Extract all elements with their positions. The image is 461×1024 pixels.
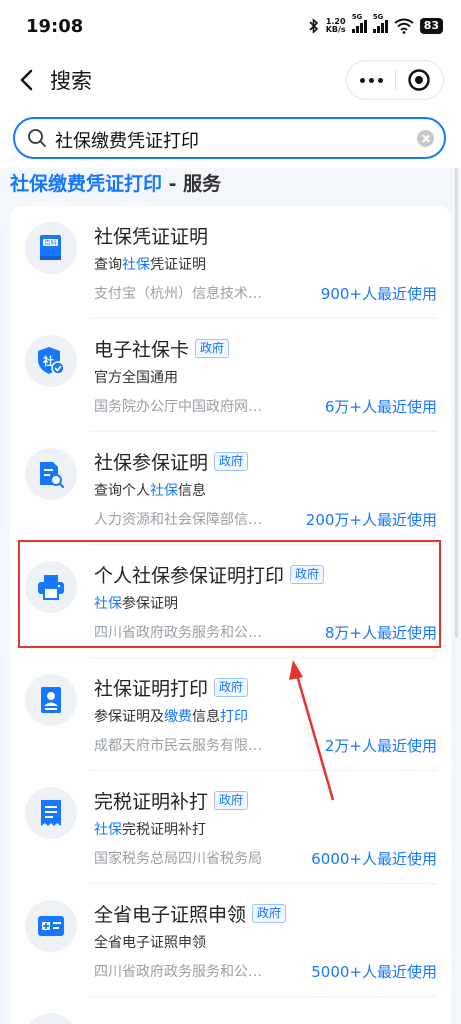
more-options-button[interactable] (347, 61, 395, 99)
desc-text: 信息 (178, 483, 206, 499)
desc-text: 全省电子证照申领 (94, 935, 206, 951)
search-icon (28, 129, 46, 147)
network-speed-unit: KB/s (325, 25, 346, 34)
desc-keyword: 社保 (122, 257, 150, 273)
result-item[interactable]: 百科 社保凭证证明 查询社保凭证证明 支付宝（杭州）信息技术… 900+人最近使… (10, 206, 451, 319)
signal-2-label: 5G (372, 13, 384, 21)
result-org: 国务院办公厅中国政府网… (94, 399, 262, 415)
result-org: 四川省政府政务服务和公… (94, 964, 262, 980)
desc-text: 查询 (94, 257, 122, 273)
section-title: 社保缴费凭证打印 - 服务 (10, 169, 221, 196)
gov-badge: 政府 (195, 339, 230, 358)
section-title-suffix: - 服务 (162, 173, 222, 195)
result-users: 2万+人最近使用 (324, 737, 437, 755)
desc-keyword: 社保 (150, 483, 178, 499)
result-desc: 社保参保证明 (94, 593, 178, 613)
result-item-partial[interactable] (10, 997, 451, 1024)
desc-text: 参保证明及 (94, 709, 164, 725)
result-users: 8万+人最近使用 (324, 624, 437, 642)
desc-text: 查询个人 (94, 483, 150, 499)
result-title: 社保参保证明 政府 (94, 448, 249, 475)
result-org: 国家税务总局四川省税务局 (94, 851, 262, 867)
bluetooth-icon (309, 18, 318, 34)
wifi-icon (394, 18, 414, 34)
result-title: 社保凭证证明 (94, 226, 209, 248)
search-query[interactable]: 社保缴费凭证打印 (55, 127, 199, 153)
result-users: 5000+人最近使用 (311, 963, 437, 981)
result-item[interactable]: 个人社保参保证明打印 政府 社保参保证明 四川省政府政务服务和公… 8万+人最近使… (10, 545, 451, 658)
results-card: 百科 社保凭证证明 查询社保凭证证明 支付宝（杭州）信息技术… 900+人最近使… (10, 206, 451, 1024)
more-dots-icon (359, 77, 365, 83)
gov-badge: 政府 (290, 565, 325, 584)
result-item[interactable]: 全省电子证照申领 政府 全省电子证照申领 四川省政府政务服务和公… 5000+人最… (10, 884, 451, 997)
status-time: 19:08 (26, 16, 84, 37)
result-item[interactable]: 社保参保证明 政府 查询个人社保信息 人力资源和社会保障部信… 200万+人最近使… (10, 432, 451, 545)
status-icons: 1.20 KB/s 5G 5G 83 (308, 13, 443, 36)
nav-bar: 搜索 (0, 52, 461, 108)
result-users: 900+人最近使用 (320, 285, 437, 303)
gov-badge: 政府 (214, 791, 249, 810)
desc-keyword: 缴费 (164, 709, 192, 725)
section-title-query: 社保缴费凭证打印 (10, 173, 163, 195)
result-desc: 社保完税证明补打 (94, 819, 206, 839)
result-desc: 查询社保凭证证明 (94, 254, 206, 274)
desc-text: 完税证明补打 (122, 822, 206, 838)
result-title: 社保证明打印 政府 (94, 674, 249, 701)
back-arrow-icon[interactable] (14, 66, 42, 94)
gov-badge: 政府 (214, 678, 249, 697)
signal-1-icon: 5G (351, 13, 367, 33)
result-org: 人力资源和社会保障部信… (94, 512, 262, 528)
result-org: 成都天府市民云服务有限… (94, 738, 262, 754)
signal-1-label: 5G (351, 13, 363, 21)
status-bar: 19:08 1.20 KB/s 5G 5G 83 (0, 0, 461, 52)
desc-keyword: 社保 (94, 822, 122, 838)
network-speed: 1.20 KB/s (326, 18, 346, 34)
scrollbar[interactable] (455, 168, 458, 638)
desc-keyword: 社保 (94, 596, 122, 612)
close-mini-app-button[interactable] (396, 61, 443, 99)
social-security-shield-icon: 社 (25, 335, 77, 387)
clear-icon[interactable] (417, 130, 434, 147)
search-input[interactable]: 社保缴费凭证打印 (13, 117, 446, 159)
gov-badge: 政府 (214, 452, 249, 471)
desc-text: 信息 (192, 709, 220, 725)
id-card-icon (25, 900, 77, 952)
tax-receipt-icon (25, 787, 77, 839)
desc-keyword: 打印 (220, 709, 248, 725)
gov-badge: 政府 (252, 904, 287, 923)
result-title: 电子社保卡 政府 (94, 335, 230, 362)
result-item[interactable]: 完税证明补打 政府 社保完税证明补打 国家税务总局四川省税务局 6000+人最近使… (10, 771, 451, 884)
partial-item-icon (25, 1013, 77, 1024)
result-desc: 参保证明及缴费信息打印 (94, 706, 248, 726)
result-title: 个人社保参保证明打印 政府 (94, 561, 325, 588)
result-org: 四川省政府政务服务和公… (94, 625, 262, 641)
result-users: 6000+人最近使用 (311, 850, 437, 868)
desc-text: 官方全国通用 (94, 370, 178, 386)
result-users: 6万+人最近使用 (324, 398, 437, 416)
result-item[interactable]: 社保证明打印 政府 参保证明及缴费信息打印 成都天府市民云服务有限… 2万+人最近… (10, 658, 451, 771)
printer-icon (25, 561, 77, 613)
target-close-icon (408, 69, 431, 91)
result-users: 200万+人最近使用 (305, 511, 437, 529)
result-title: 完税证明补打 政府 (94, 787, 249, 814)
battery-icon: 83 (419, 18, 443, 34)
result-org: 支付宝（杭州）信息技术… (94, 286, 262, 302)
mini-app-capsule (346, 60, 444, 100)
desc-text: 凭证证明 (150, 257, 206, 273)
result-desc: 查询个人社保信息 (94, 480, 206, 500)
id-document-icon (25, 674, 77, 726)
svg-text:百科: 百科 (44, 239, 56, 247)
document-search-icon (25, 448, 77, 500)
result-desc: 全省电子证照申领 (94, 932, 206, 952)
search-bar: 社保缴费凭证打印 (0, 108, 461, 168)
result-item[interactable]: 社 电子社保卡 政府 官方全国通用 国务院办公厅中国政府网… 6万+人最近使用 (10, 319, 451, 432)
signal-2-icon: 5G (372, 13, 388, 33)
encyclopedia-book-icon: 百科 (25, 222, 77, 274)
result-title: 全省电子证照申领 政府 (94, 900, 287, 927)
desc-text: 参保证明 (122, 596, 178, 612)
page-title: 搜索 (50, 69, 92, 93)
result-desc: 官方全国通用 (94, 367, 178, 387)
